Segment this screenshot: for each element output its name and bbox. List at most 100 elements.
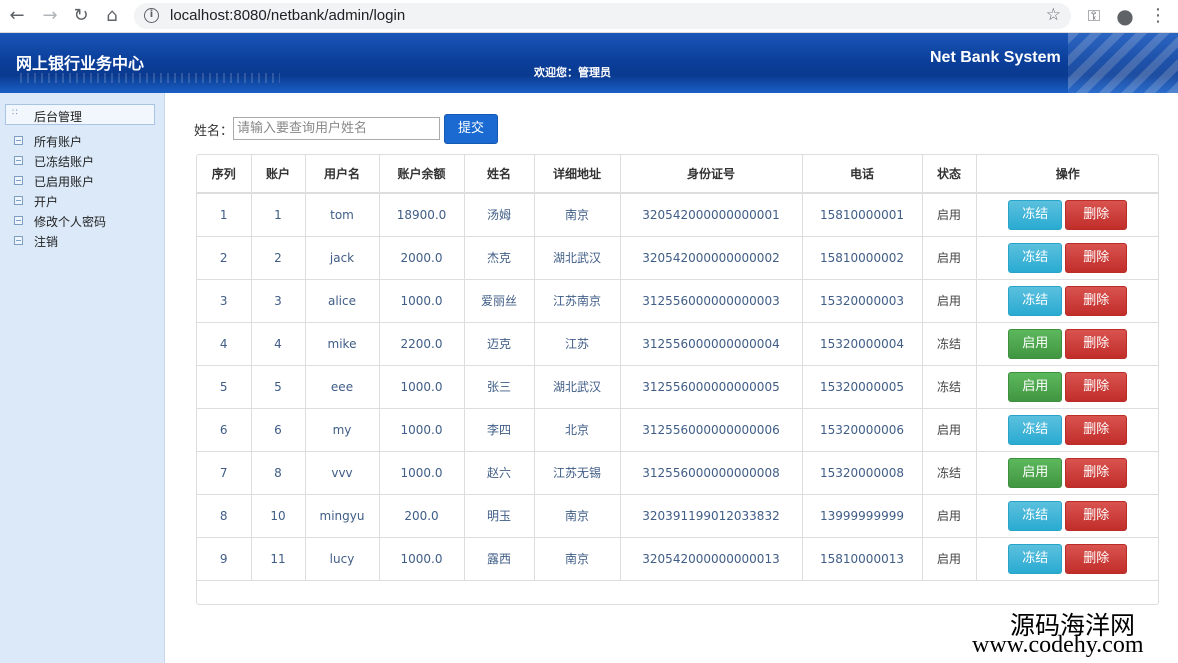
cell-name: 爱丽丝 [464, 279, 535, 323]
cell-phone: 15810000001 [802, 193, 923, 237]
delete-button[interactable]: 删除 [1065, 371, 1128, 402]
enable-button[interactable]: 启用 [1008, 328, 1063, 359]
reload-icon[interactable]: ↻ [69, 4, 93, 28]
table-row: 3 3 alice 1000.0 爱丽丝 江苏南京 312556000000000003 15… [197, 279, 1159, 323]
address-bar[interactable]: i localhost:8080/netbank/admin/login ☆ [134, 3, 1071, 29]
menu-dots-icon[interactable]: ⋮ [1146, 4, 1170, 28]
column-header: 状态 [922, 155, 977, 194]
url-text[interactable]: localhost:8080/netbank/admin/login [170, 7, 405, 24]
forward-arrow-icon[interactable]: → [38, 4, 62, 28]
home-icon[interactable]: ⌂ [100, 4, 124, 28]
column-header: 身份证号 [620, 155, 803, 194]
cell-seq: 8 [197, 494, 252, 538]
collapse-icon [14, 216, 23, 225]
delete-button[interactable]: 删除 [1065, 414, 1128, 445]
cell-id-number: 312556000000000005 [620, 365, 803, 409]
enable-button[interactable]: 启用 [1008, 371, 1063, 402]
delete-button[interactable]: 删除 [1065, 500, 1128, 531]
cell-phone: 15320000005 [802, 365, 923, 409]
accounts-table: 序列 账户 用户名 账户余额 姓名 详细地址 身份证号 电话 状态 操作 11 t… [197, 155, 1159, 581]
cell-name: 迈克 [464, 322, 535, 366]
freeze-button[interactable]: 冻结 [1008, 199, 1063, 230]
freeze-button[interactable]: 冻结 [1008, 285, 1063, 316]
key-icon[interactable]: ⚿ [1082, 4, 1106, 28]
cell-actions: 冻结 删除 [976, 537, 1159, 581]
collapse-icon [14, 196, 23, 205]
info-icon[interactable]: i [144, 8, 159, 23]
app-title-en: Net Bank System [930, 49, 1061, 66]
cell-username: jack [305, 236, 380, 280]
sidebar-item-label: 所有账户 [34, 135, 83, 149]
sidebar-item-label: 开户 [34, 195, 59, 209]
cell-status: 冻结 [922, 451, 977, 495]
cell-name: 李四 [464, 408, 535, 452]
freeze-button[interactable]: 冻结 [1008, 543, 1063, 574]
cell-account: 11 [251, 537, 306, 581]
back-arrow-icon[interactable]: ← [5, 4, 29, 28]
cell-status: 启用 [922, 236, 977, 280]
freeze-button[interactable]: 冻结 [1008, 500, 1063, 531]
submit-button[interactable]: 提交 [444, 114, 498, 144]
table-row: 2 2 jack 2000.0 杰克 湖北武汉 320542000000000002 1581… [197, 236, 1159, 280]
cell-address: 江苏无锡 [534, 451, 621, 495]
enable-button[interactable]: 启用 [1008, 457, 1063, 488]
cell-address: 江苏 [534, 322, 621, 366]
delete-button[interactable]: 删除 [1065, 285, 1128, 316]
cell-username: vvv [305, 451, 380, 495]
cell-balance: 1000.0 [379, 537, 465, 581]
star-icon[interactable]: ☆ [1046, 5, 1061, 25]
tree-icon: ∷ [12, 108, 18, 118]
header-banner: 网上银行业务中心 欢迎您：管理员 Net Bank System [0, 33, 1178, 93]
cell-account: 4 [251, 322, 306, 366]
cell-seq: 2 [197, 236, 252, 280]
banner-decoration [20, 73, 280, 83]
collapse-icon [14, 156, 23, 165]
cell-balance: 1000.0 [379, 451, 465, 495]
cell-account: 8 [251, 451, 306, 495]
cell-account: 10 [251, 494, 306, 538]
cell-name: 赵六 [464, 451, 535, 495]
cell-username: mingyu [305, 494, 380, 538]
delete-button[interactable]: 删除 [1065, 457, 1128, 488]
cell-account: 5 [251, 365, 306, 409]
cell-id-number: 320542000000000001 [620, 193, 803, 237]
column-header: 账户余额 [379, 155, 465, 194]
table-row: 4 4 mike 2200.0 迈克 江苏 312556000000000004 153200… [197, 322, 1159, 366]
cell-status: 启用 [922, 279, 977, 323]
account-icon[interactable]: ● [1113, 4, 1137, 28]
cell-name: 露西 [464, 537, 535, 581]
collapse-icon [14, 236, 23, 245]
table-row: 6 6 my 1000.0 李四 北京 312556000000000006 15320000… [197, 408, 1159, 452]
sidebar-item-label: 注销 [34, 235, 59, 249]
cell-account: 6 [251, 408, 306, 452]
cell-seq: 5 [197, 365, 252, 409]
cell-username: tom [305, 193, 380, 237]
freeze-button[interactable]: 冻结 [1008, 242, 1063, 273]
cell-address: 江苏南京 [534, 279, 621, 323]
freeze-button[interactable]: 冻结 [1008, 414, 1063, 445]
table-header-row: 序列 账户 用户名 账户余额 姓名 详细地址 身份证号 电话 状态 操作 [197, 155, 1159, 194]
name-search-input[interactable] [233, 117, 440, 140]
cell-name: 杰克 [464, 236, 535, 280]
cell-seq: 7 [197, 451, 252, 495]
column-header: 详细地址 [534, 155, 621, 194]
delete-button[interactable]: 删除 [1065, 543, 1128, 574]
cell-balance: 1000.0 [379, 365, 465, 409]
keyboard-decoration [1068, 33, 1178, 93]
delete-button[interactable]: 删除 [1065, 199, 1128, 230]
column-header: 姓名 [464, 155, 535, 194]
cell-actions: 启用 删除 [976, 451, 1159, 495]
cell-balance: 2200.0 [379, 322, 465, 366]
cell-phone: 15810000002 [802, 236, 923, 280]
cell-username: my [305, 408, 380, 452]
cell-username: lucy [305, 537, 380, 581]
sidebar: ∷ 后台管理 所有账户 已冻结账户 已启用账户 开户 修改个人密码 注销 [0, 93, 165, 663]
delete-button[interactable]: 删除 [1065, 242, 1128, 273]
column-header: 用户名 [305, 155, 380, 194]
cell-address: 湖北武汉 [534, 365, 621, 409]
cell-balance: 2000.0 [379, 236, 465, 280]
cell-id-number: 320391199012033832 [620, 494, 803, 538]
sidebar-heading[interactable]: ∷ 后台管理 [5, 104, 155, 125]
delete-button[interactable]: 删除 [1065, 328, 1128, 359]
cell-account: 1 [251, 193, 306, 237]
